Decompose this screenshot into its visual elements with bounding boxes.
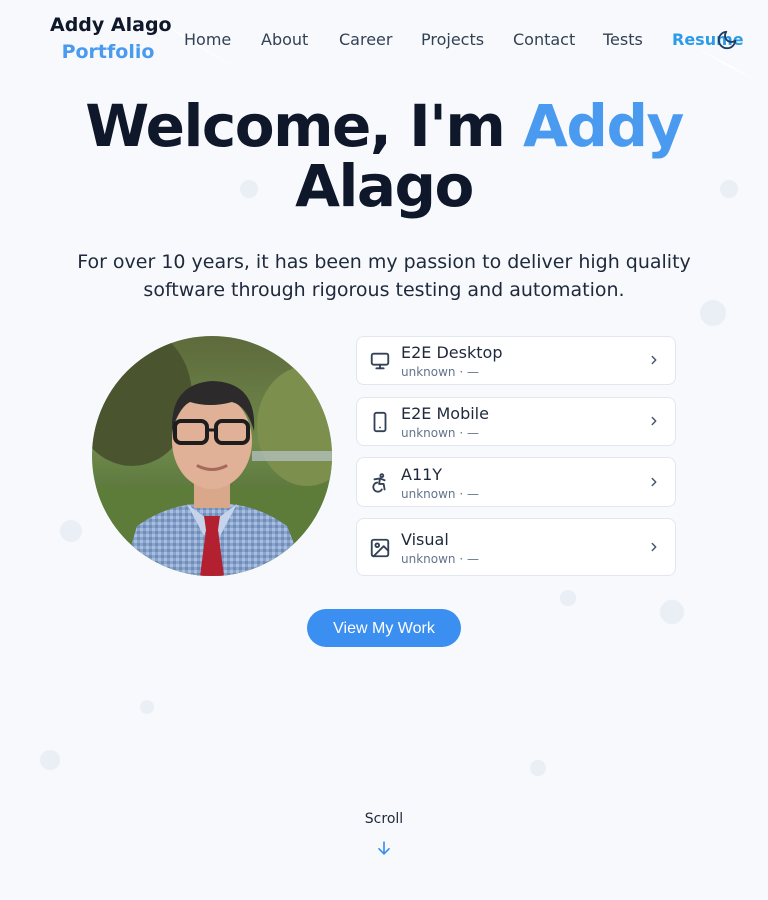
scroll-label: Scroll <box>364 811 404 827</box>
profile-photo <box>92 336 332 576</box>
brand-subtitle: Portfolio <box>61 41 155 63</box>
brand-logo[interactable]: Addy Alago Portfolio <box>50 12 172 66</box>
nav-contact[interactable]: Contact <box>513 30 575 50</box>
hero-title-highlight: Addy <box>523 92 684 160</box>
brand-name: Addy Alago <box>50 14 172 36</box>
chevron-right-icon <box>651 416 657 426</box>
view-my-work-button[interactable]: View My Work <box>307 609 461 647</box>
site-header: Addy Alago Portfolio Home About Career P… <box>0 0 768 80</box>
sparkle <box>40 750 60 770</box>
test-card-status: unknown · — <box>401 426 479 440</box>
image-icon <box>370 538 390 558</box>
test-card-e2e-desktop[interactable]: E2E Desktop unknown · — <box>356 336 676 385</box>
monitor-icon <box>370 352 390 370</box>
test-card-title: E2E Mobile <box>401 404 489 423</box>
chevron-right-icon <box>651 542 657 552</box>
sparkle <box>140 700 154 714</box>
test-card-status: unknown · — <box>401 552 479 566</box>
chevron-right-icon <box>651 355 657 365</box>
sparkle <box>700 300 726 326</box>
sparkle <box>60 520 82 542</box>
hero-title-suffix: Alago <box>295 152 474 220</box>
nav-projects[interactable]: Projects <box>421 30 484 50</box>
sparkle <box>530 760 546 776</box>
test-card-visual[interactable]: Visual unknown · — <box>356 518 676 576</box>
theme-toggle-button[interactable] <box>716 29 738 51</box>
smartphone-icon <box>373 411 387 433</box>
sparkle <box>560 590 576 606</box>
hero-title: Welcome, I'm Addy Alago <box>0 96 768 216</box>
nav-career[interactable]: Career <box>339 30 392 50</box>
nav-about[interactable]: About <box>261 30 308 50</box>
moon-icon <box>717 30 737 50</box>
test-card-title: E2E Desktop <box>401 343 503 362</box>
test-card-title: Visual <box>401 530 449 549</box>
test-card-title: A11Y <box>401 465 443 484</box>
test-card-e2e-mobile[interactable]: E2E Mobile unknown · — <box>356 397 676 446</box>
nav-tests[interactable]: Tests <box>603 30 643 50</box>
nav-home[interactable]: Home <box>184 30 231 50</box>
chevron-right-icon <box>651 477 657 487</box>
accessibility-icon <box>372 473 386 493</box>
test-card-status: unknown · — <box>401 365 479 379</box>
hero-subtitle: For over 10 years, it has been my passio… <box>77 251 691 301</box>
sparkle <box>660 600 684 624</box>
arrow-down-icon[interactable] <box>374 838 394 858</box>
test-card-status: unknown · — <box>401 487 479 501</box>
hero-title-prefix: Welcome, I'm <box>85 92 506 160</box>
test-card-a11y[interactable]: A11Y unknown · — <box>356 457 676 507</box>
